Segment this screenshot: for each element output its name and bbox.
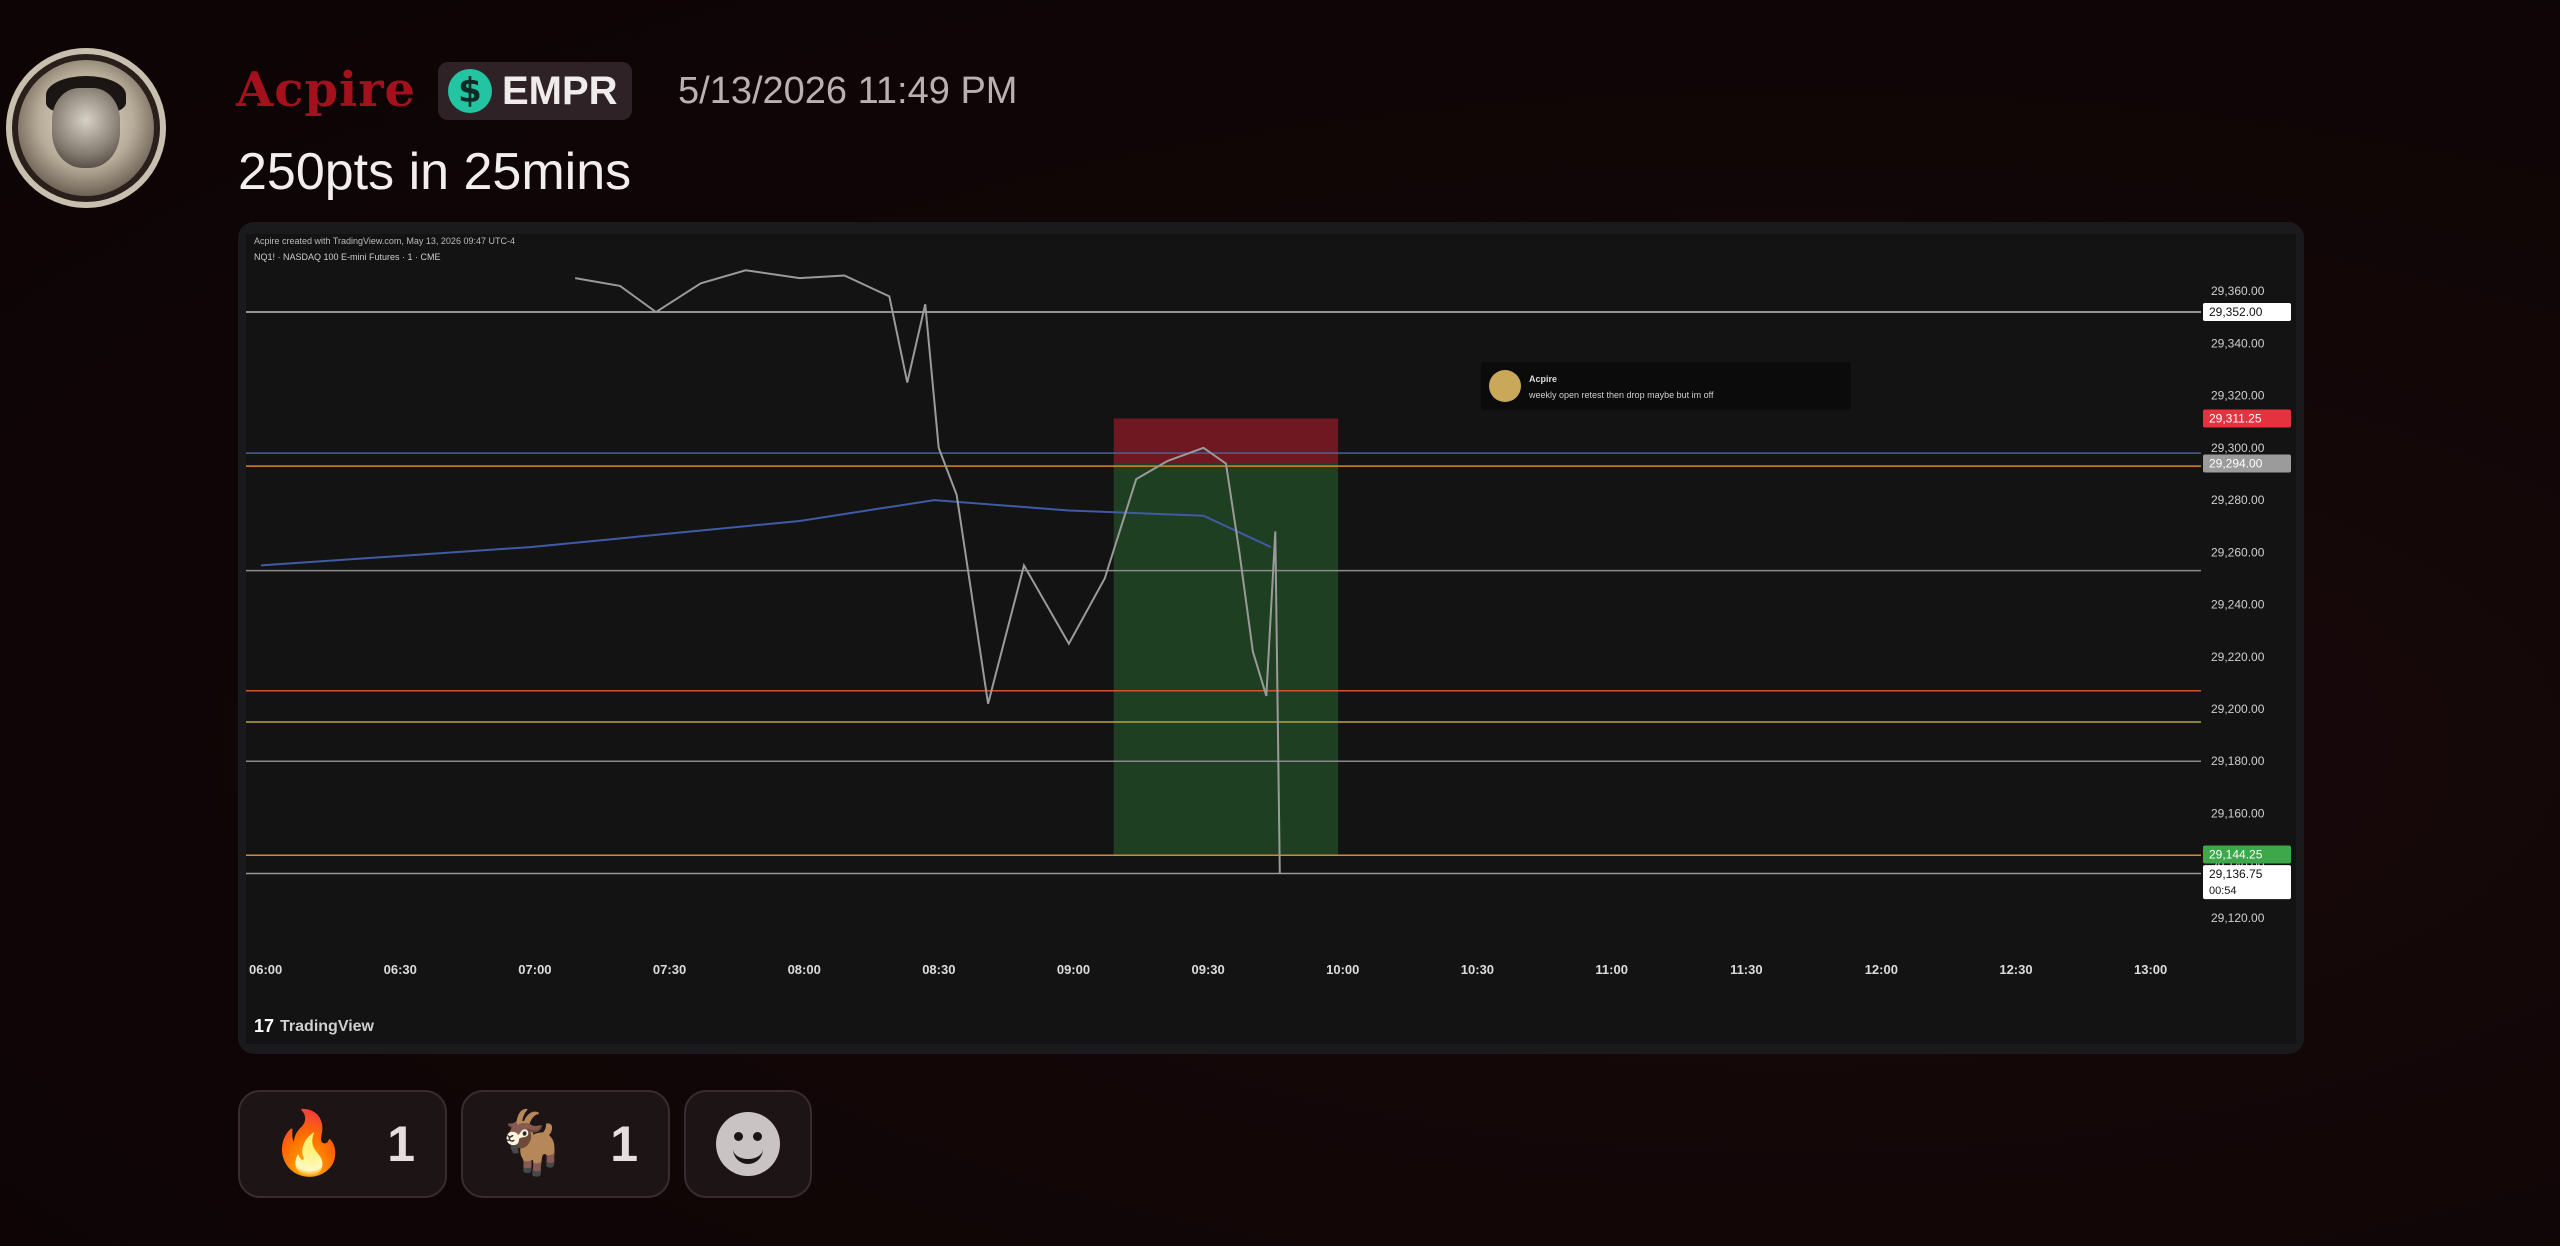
tradingview-footer: 17 TradingView <box>254 1016 374 1037</box>
y-tick-label: 29,180.00 <box>2211 754 2265 768</box>
role-tag[interactable]: $ EMPR <box>438 62 632 120</box>
y-tick-label: 29,260.00 <box>2211 545 2265 559</box>
chart-attachment[interactable]: Acpire created with TradingView.com, May… <box>238 222 2304 1054</box>
x-tick-label: 10:30 <box>1461 962 1494 977</box>
x-tick-label: 08:00 <box>788 962 821 977</box>
avatar[interactable] <box>6 48 166 208</box>
note-author: Acpire <box>1529 374 1557 384</box>
y-tick-label: 29,160.00 <box>2211 806 2265 820</box>
tradingview-brand: TradingView <box>280 1017 374 1035</box>
reaction-goat[interactable]: 🐐 1 <box>461 1090 671 1198</box>
x-tick-label: 12:00 <box>1865 962 1898 977</box>
reaction-fire[interactable]: 🔥 1 <box>238 1090 448 1198</box>
y-tick-label: 29,200.00 <box>2211 702 2265 716</box>
role-tag-label: EMPR <box>502 68 618 113</box>
x-tick-label: 07:30 <box>653 962 686 977</box>
price-label: 29,311.25 <box>2209 411 2262 425</box>
note-avatar <box>1489 370 1521 402</box>
price-label: 29,352.00 <box>2209 305 2263 319</box>
x-tick-label: 11:30 <box>1730 962 1763 977</box>
x-tick-label: 07:00 <box>518 962 551 977</box>
y-tick-label: 29,320.00 <box>2211 389 2265 403</box>
chart-svg: 29,360.00 29,340.00 29,320.00 29,300.00 29,2… <box>246 269 2291 977</box>
reactions-bar: 🔥 1 🐐 1 <box>238 1090 813 1198</box>
price-label: 29,144.25 <box>2209 848 2263 862</box>
timestamp: 5/13/2026 11:49 PM <box>678 70 1018 112</box>
x-tick-label: 10:00 <box>1326 962 1359 977</box>
chart-area: Acpire created with TradingView.com, May… <box>246 234 2296 1044</box>
reaction-count: 1 <box>610 1116 639 1172</box>
position-stop-zone <box>1113 418 1339 464</box>
fire-icon: 🔥 <box>270 1109 348 1178</box>
message-text: 250pts in 25mins <box>238 143 632 201</box>
username[interactable]: Acpire <box>236 62 416 118</box>
y-tick-label: 29,120.00 <box>2211 911 2265 925</box>
add-reaction-button[interactable] <box>684 1090 813 1198</box>
price-label-sub: 00:54 <box>2209 885 2237 897</box>
position-target-zone <box>1113 463 1339 855</box>
x-tick-label: 13:00 <box>2134 962 2167 977</box>
dollar-icon: $ <box>448 69 492 113</box>
avatar-face <box>52 88 120 168</box>
note-text: weekly open retest then drop maybe but i… <box>1528 390 1714 400</box>
reaction-count: 1 <box>387 1116 416 1172</box>
y-tick-label: 29,300.00 <box>2211 441 2265 455</box>
y-tick-label: 29,340.00 <box>2211 336 2265 350</box>
price-label: 29,136.75 <box>2209 867 2263 881</box>
smiley-icon <box>716 1112 781 1176</box>
note-box <box>1481 362 1851 410</box>
x-tick-label: 06:00 <box>249 962 282 977</box>
x-tick-label: 06:30 <box>384 962 417 977</box>
price-label: 29,294.00 <box>2209 457 2263 471</box>
x-tick-label: 09:30 <box>1192 962 1225 977</box>
goat-icon: 🐐 <box>493 1109 571 1178</box>
x-tick-label: 09:00 <box>1057 962 1090 977</box>
x-tick-label: 12:30 <box>1999 962 2032 977</box>
y-tick-label: 29,240.00 <box>2211 598 2265 612</box>
x-tick-label: 08:30 <box>922 962 955 977</box>
y-tick-label: 29,360.00 <box>2211 284 2265 298</box>
y-tick-label: 29,280.00 <box>2211 493 2265 507</box>
x-tick-label: 11:00 <box>1595 962 1628 977</box>
tradingview-logo-icon: 17 <box>254 1016 275 1036</box>
y-tick-label: 29,220.00 <box>2211 650 2265 664</box>
